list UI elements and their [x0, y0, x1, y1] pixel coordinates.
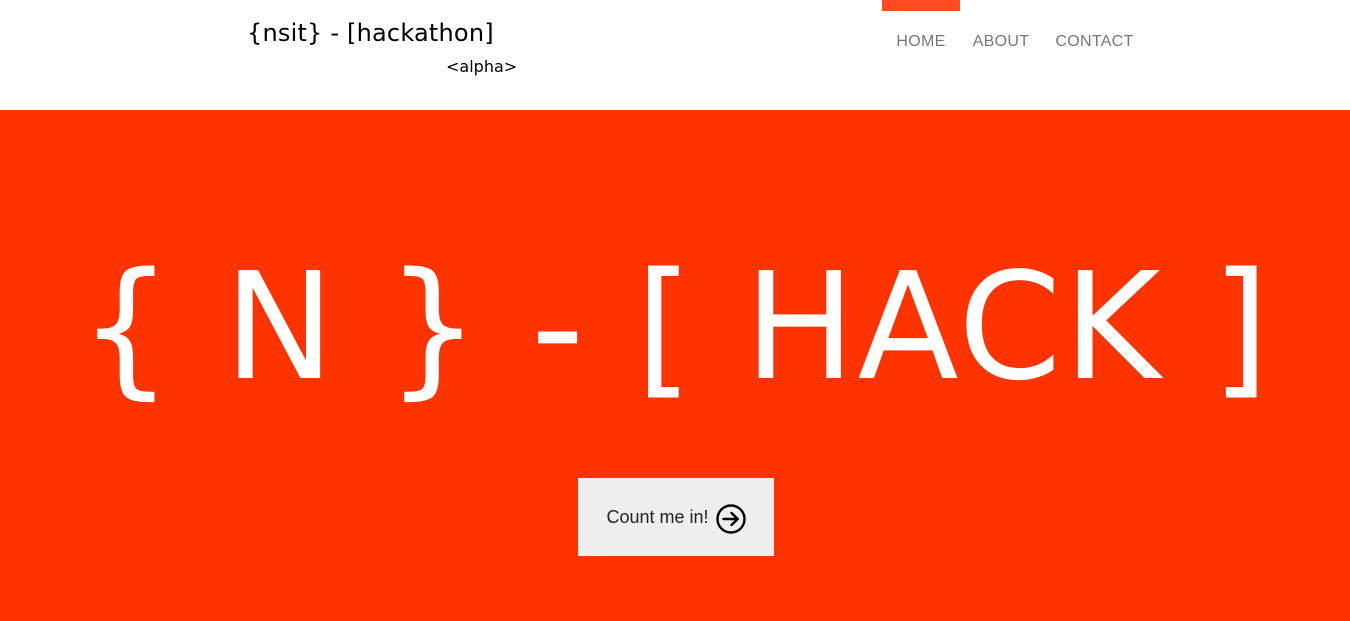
count-me-in-button[interactable]: Count me in!: [578, 478, 774, 556]
hero-section: { N } - [ HACK ] Count me in!: [0, 110, 1350, 621]
site-logo-subtitle: <alpha>: [446, 57, 518, 76]
circle-arrow-right-icon: [715, 504, 746, 534]
nav-item-about[interactable]: ABOUT: [966, 0, 1036, 80]
nav-item-home[interactable]: HOME: [882, 0, 960, 80]
nav-item-about-label: ABOUT: [972, 33, 1030, 50]
site-logo-title[interactable]: {nsit} - [hackathon]: [247, 19, 494, 47]
nav-active-indicator: [882, 0, 960, 11]
nav-item-contact[interactable]: CONTACT: [1048, 0, 1141, 80]
nav-item-contact-label: CONTACT: [1055, 33, 1134, 50]
hero-title: { N } - [ HACK ]: [78, 241, 1272, 413]
nav-item-home-label: HOME: [896, 33, 946, 50]
count-me-in-label: Count me in!: [606, 506, 709, 527]
site-header: {nsit} - [hackathon] <alpha> HOME ABOUT …: [0, 0, 1350, 110]
